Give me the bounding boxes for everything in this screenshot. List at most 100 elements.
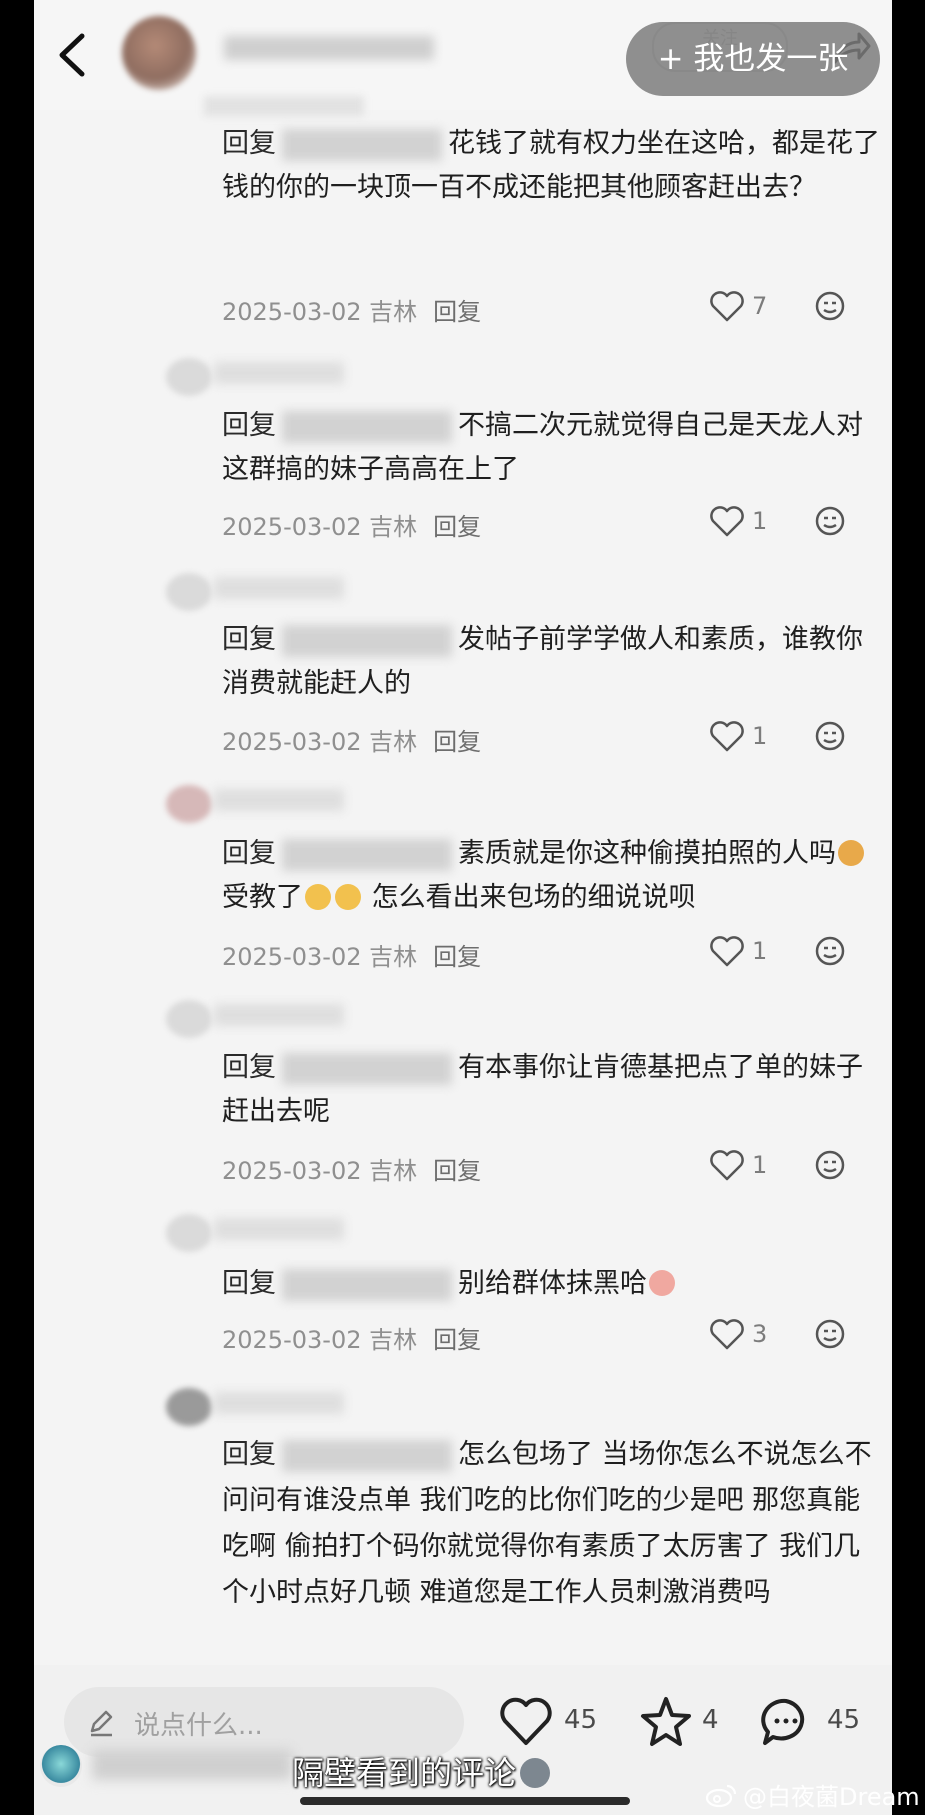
comment-total: 45 [827, 1705, 861, 1735]
reply-prefix: 回复 [222, 410, 276, 441]
sticker-emoji-icon [649, 1270, 675, 1296]
handshake-emoji-icon [335, 884, 361, 910]
redacted-username [282, 838, 452, 871]
like-count: 7 [752, 292, 768, 320]
watermark-text: @白夜菌Dream [743, 1783, 920, 1811]
author-avatar[interactable] [122, 16, 196, 90]
reply-link[interactable]: 回复 [433, 1326, 481, 1354]
comment-text: 回复 别给群体抹黑哈 [222, 1262, 887, 1306]
comment-location: 吉林 [369, 943, 418, 971]
comment-text: 回复 有本事你让肯德基把点了单的妹子赶出去呢 [222, 1046, 887, 1134]
comment-date: 2025-03-02 [222, 1326, 362, 1354]
sad-face-emoji-icon [520, 1758, 551, 1788]
redacted-username [282, 1052, 452, 1085]
heart-icon[interactable] [709, 290, 745, 322]
commenter-name-redacted [214, 362, 344, 384]
heart-icon[interactable] [709, 505, 745, 537]
comment-meta: 2025-03-02 吉林 回复 [222, 292, 481, 327]
back-icon[interactable] [46, 28, 100, 82]
redacted-username [282, 1439, 452, 1472]
comment-date: 2025-03-02 [222, 1157, 362, 1185]
reply-link[interactable]: 回复 [433, 728, 481, 756]
comment-meta: 2025-03-02 吉林 回复 [222, 1320, 481, 1355]
face-icon[interactable] [814, 290, 846, 322]
comment-location: 吉林 [369, 728, 418, 756]
comment-meta: 2025-03-02 吉林 回复 [222, 1151, 481, 1186]
comment-input-placeholder: 说点什么... [134, 1711, 263, 1741]
weibo-logo-icon [705, 1784, 737, 1807]
comment-location: 吉林 [369, 513, 418, 541]
redacted-username [282, 410, 452, 443]
reply-prefix: 回复 [222, 1268, 276, 1299]
sweat-smile-emoji-icon [838, 840, 864, 866]
comment-body-part-1: 素质就是你这种偷摸拍照的人吗 [458, 838, 836, 869]
viewer-name-redacted [92, 1750, 292, 1780]
heart-icon[interactable] [499, 1695, 553, 1749]
face-icon[interactable] [814, 1149, 846, 1181]
comment-text: 回复 素质就是你这种偷摸拍照的人吗受教了 怎么看出来包场的细说说呗 [222, 832, 887, 920]
comment-meta: 2025-03-02 吉林 回复 [222, 507, 481, 542]
home-indicator[interactable] [300, 1797, 630, 1805]
reply-prefix: 回复 [222, 1052, 276, 1083]
comment-body: 别给群体抹黑哈 [458, 1268, 647, 1299]
video-caption: 隔壁看到的评论 [292, 1748, 551, 1794]
redacted-username [282, 128, 442, 161]
comment-text: 回复 发帖子前学学做人和素质，谁教你消费就能赶人的 [222, 618, 887, 706]
face-icon[interactable] [814, 720, 846, 752]
comment-date: 2025-03-02 [222, 943, 362, 971]
commenter-avatar[interactable] [166, 358, 212, 396]
reply-link[interactable]: 回复 [433, 943, 481, 971]
reply-link[interactable]: 回复 [433, 1157, 481, 1185]
face-icon[interactable] [814, 1318, 846, 1350]
commenter-avatar[interactable] [166, 1000, 212, 1038]
comment-location: 吉林 [369, 298, 418, 326]
comment-bubble-icon[interactable] [759, 1695, 813, 1749]
post-one-too-button[interactable]: + 我也发一张 [626, 22, 880, 96]
comment-text: 回复 花钱了就有权力坐在这哈，都是花了钱的你的一块顶一百不成还能把其他顾客赶出去？ [222, 122, 887, 210]
redacted-username [282, 624, 452, 657]
comment-body-part-3: 怎么看出来包场的细说说呗 [371, 882, 696, 913]
comment-text: 回复 怎么包场了 当场你怎么不说怎么不问问有谁没点单 我们吃的比你们吃的少是吧 那… [222, 1432, 887, 1616]
commenter-avatar[interactable] [166, 1388, 212, 1426]
screen: 关注 + 我也发一张 回复花钱了就有权力坐在这哈，都是花了钱的你的一块顶一百不成… [34, 0, 892, 1815]
commenter-name-redacted [214, 1218, 344, 1240]
reply-prefix: 回复 [222, 624, 276, 655]
reply-prefix: 回复 [222, 128, 276, 159]
caption-text: 隔壁看到的评论 [292, 1754, 517, 1792]
reply-link[interactable]: 回复 [433, 513, 481, 541]
like-count: 1 [752, 1151, 768, 1179]
like-count: 1 [752, 722, 768, 750]
star-icon[interactable] [639, 1695, 693, 1749]
heart-icon[interactable] [709, 935, 745, 967]
like-count: 1 [752, 937, 768, 965]
comment-input[interactable]: 说点什么... [64, 1687, 464, 1757]
comment-text: 回复 不搞二次元就觉得自己是天龙人对这群搞的妹子高高在上了 [222, 404, 887, 492]
commenter-name-redacted [214, 1004, 344, 1026]
author-name-redacted [224, 36, 434, 60]
commenter-name-redacted [214, 789, 344, 811]
commenter-avatar[interactable] [166, 785, 212, 823]
reply-prefix: 回复 [222, 1439, 276, 1470]
comment-location: 吉林 [369, 1326, 418, 1354]
heart-icon[interactable] [709, 1318, 745, 1350]
like-count: 3 [752, 1320, 768, 1348]
comment-date: 2025-03-02 [222, 298, 362, 326]
commenter-avatar[interactable] [166, 1214, 212, 1252]
commenter-avatar[interactable] [166, 573, 212, 611]
comment-location: 吉林 [369, 1157, 418, 1185]
reply-link[interactable]: 回复 [433, 298, 481, 326]
face-icon[interactable] [814, 935, 846, 967]
like-count: 1 [752, 507, 768, 535]
handshake-emoji-icon [305, 884, 331, 910]
face-icon[interactable] [814, 505, 846, 537]
like-total: 45 [564, 1705, 598, 1735]
viewer-avatar[interactable] [40, 1745, 82, 1787]
commenter-name-redacted [214, 1392, 344, 1414]
reply-prefix: 回复 [222, 838, 276, 869]
pencil-icon [90, 1710, 113, 1737]
heart-icon[interactable] [709, 1149, 745, 1181]
heart-icon[interactable] [709, 720, 745, 752]
commenter-name-redacted [204, 96, 364, 116]
weibo-watermark: @白夜菌Dream [705, 1777, 920, 1812]
header: 关注 + 我也发一张 [34, 0, 892, 110]
